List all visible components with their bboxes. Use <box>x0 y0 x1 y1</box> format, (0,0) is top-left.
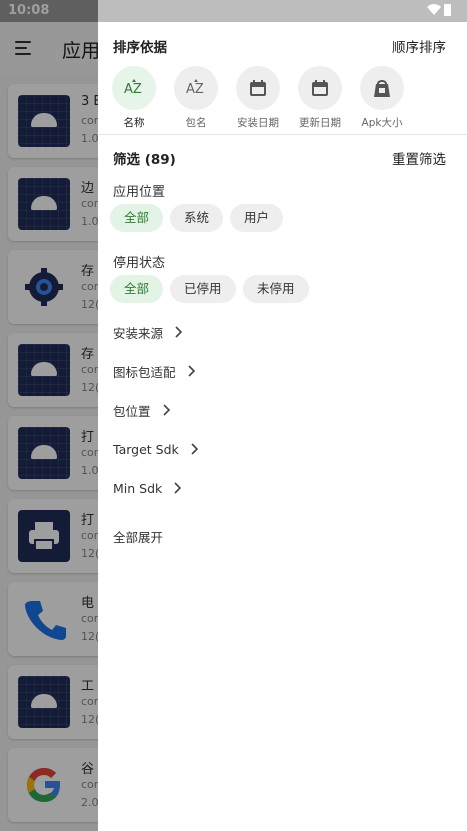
sort-option-label: 安装日期 <box>237 117 279 129</box>
chevron-right-icon <box>187 365 195 377</box>
sort-filter-drawer: 排序依据 顺序排序 AZ 名称 AZ 包名 安装日期 更新日期 Apk大小 筛选… <box>98 0 467 831</box>
sort-section-title: 排序依据 <box>113 40 167 56</box>
expand-label: 包位置 <box>113 403 151 419</box>
chip-disabled-all[interactable]: 全部 <box>110 275 164 303</box>
calendar-icon <box>298 66 342 110</box>
battery-icon <box>444 4 451 16</box>
weight-bag-icon <box>360 66 404 110</box>
sort-option-name[interactable]: AZ 名称 <box>104 66 164 130</box>
expand-package-location[interactable]: 包位置 <box>113 398 171 422</box>
chevron-right-icon <box>162 404 170 416</box>
az-sort-icon: AZ <box>112 66 156 110</box>
app-location-label: 应用位置 <box>113 185 166 200</box>
chip-location-system[interactable]: 系统 <box>170 204 224 232</box>
section-divider <box>98 134 467 135</box>
expand-install-source[interactable]: 安装来源 <box>113 320 183 344</box>
chip-location-all[interactable]: 全部 <box>110 204 164 232</box>
reset-filter-button[interactable]: 重置筛选 <box>392 148 446 168</box>
chevron-right-icon <box>175 326 183 338</box>
sort-option-label: 名称 <box>123 117 145 129</box>
sort-option-label: Apk大小 <box>361 117 403 129</box>
chevron-right-icon <box>174 482 182 494</box>
az-sort-icon: AZ <box>174 66 218 110</box>
sort-order-button[interactable]: 顺序排序 <box>392 36 446 56</box>
expand-label: 安装来源 <box>113 325 164 341</box>
expand-target-sdk[interactable]: Target Sdk <box>113 437 199 461</box>
sort-option-install-date[interactable]: 安装日期 <box>228 66 288 130</box>
chip-disabled-yes[interactable]: 已停用 <box>170 275 236 303</box>
svg-text:AZ: AZ <box>124 82 142 97</box>
calendar-icon <box>236 66 280 110</box>
wifi-icon <box>427 4 441 15</box>
chip-location-user[interactable]: 用户 <box>230 204 284 232</box>
disabled-state-label: 停用状态 <box>113 256 166 271</box>
sort-option-apk-size[interactable]: Apk大小 <box>352 66 412 130</box>
expand-icon-pack[interactable]: 图标包适配 <box>113 359 196 383</box>
expand-all-button[interactable]: 全部展开 <box>113 527 163 546</box>
chip-disabled-no[interactable]: 未停用 <box>243 275 309 303</box>
status-bar-right <box>98 0 467 22</box>
sort-option-update-date[interactable]: 更新日期 <box>290 66 350 130</box>
chevron-right-icon <box>191 443 198 455</box>
expand-label: 图标包适配 <box>113 364 176 380</box>
filter-section-title: 筛选 (89) <box>113 152 176 168</box>
sort-option-label: 更新日期 <box>299 117 341 129</box>
svg-text:AZ: AZ <box>186 82 204 97</box>
expand-label: Min Sdk <box>113 480 163 496</box>
expand-label: Target Sdk <box>113 441 179 457</box>
sort-option-label: 包名 <box>185 117 207 129</box>
sort-option-package[interactable]: AZ 包名 <box>166 66 226 130</box>
expand-min-sdk[interactable]: Min Sdk <box>113 476 182 500</box>
